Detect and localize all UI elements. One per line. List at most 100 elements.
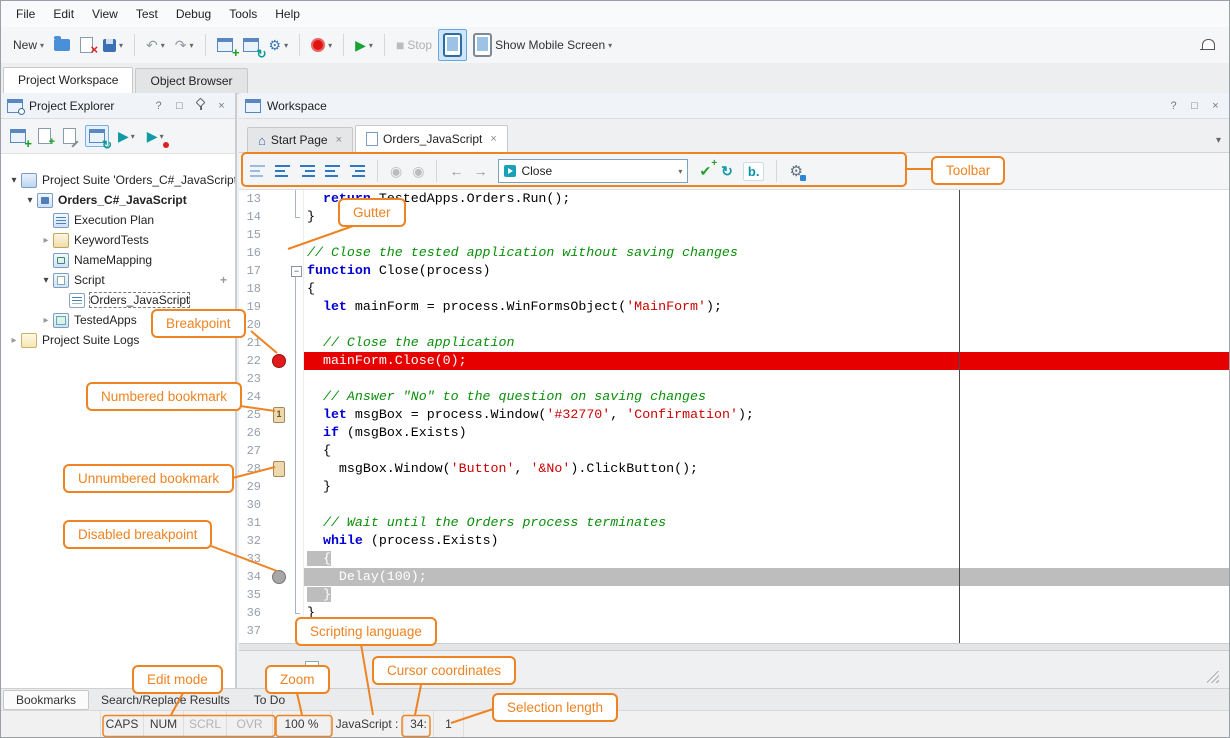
stop-button[interactable]: ■ Stop (392, 35, 436, 55)
spy-alt-button[interactable]: ◉ (409, 161, 427, 181)
tab-orders-javascript[interactable]: Orders_JavaScript × (355, 125, 508, 152)
tab-bookmarks[interactable]: Bookmarks (3, 690, 89, 710)
menu-item-edit[interactable]: Edit (44, 3, 83, 25)
bookmark-icon[interactable] (273, 461, 285, 477)
routine-combo[interactable]: Close ▾ (498, 159, 688, 183)
show-mobile-screen-button[interactable]: Show Mobile Screen ▾ (469, 30, 616, 60)
tab-object-browser[interactable]: Object Browser (135, 68, 247, 93)
gutter-cell[interactable] (269, 370, 289, 388)
tree-item-unit[interactable]: Orders_JavaScript (1, 290, 235, 310)
help-icon[interactable]: ? (151, 100, 166, 112)
code-line[interactable]: 24 // Answer "No" to the question on sav… (239, 388, 1229, 406)
gutter-cell[interactable] (269, 550, 289, 568)
new-button[interactable]: New ▾ (9, 35, 48, 55)
menu-item-test[interactable]: Test (127, 3, 167, 25)
uncomment-button[interactable] (297, 162, 318, 180)
code-line[interactable]: 26 if (msgBox.Exists) (239, 424, 1229, 442)
resize-grip[interactable] (1207, 671, 1219, 683)
code-editor[interactable]: 13 return TestedApps.Orders.Run();14}151… (239, 190, 1229, 643)
gutter-cell[interactable] (269, 568, 289, 586)
gutter-cell[interactable] (269, 586, 289, 604)
gutter-cell[interactable]: 1 (269, 406, 289, 424)
tree-item-name-mapping[interactable]: NameMapping (1, 250, 235, 270)
edit-file-button[interactable] (60, 125, 79, 147)
beautify-button[interactable]: b. (740, 159, 768, 184)
close-icon[interactable]: × (490, 133, 496, 145)
expander-icon[interactable]: ▸ (39, 315, 53, 326)
run-with-debug-button[interactable]: ▶ ▾ (144, 126, 167, 146)
add-new-item-button[interactable]: + (7, 126, 29, 146)
close-icon[interactable]: × (1208, 100, 1223, 112)
undo-button[interactable]: ↶ ▾ (142, 35, 169, 55)
tree-item-keyword-tests[interactable]: ▸KeywordTests (1, 230, 235, 250)
menu-item-help[interactable]: Help (266, 3, 309, 25)
fold-column[interactable] (289, 262, 304, 280)
expander-icon[interactable]: ▸ (39, 235, 53, 246)
expander-icon[interactable]: ▾ (39, 275, 53, 286)
save-all-button[interactable]: ▾ (99, 36, 127, 55)
outdent-button[interactable] (347, 162, 368, 180)
close-icon[interactable]: × (336, 134, 342, 146)
close-file-button[interactable] (76, 34, 97, 56)
gutter-cell[interactable] (269, 514, 289, 532)
gutter-cell[interactable] (269, 478, 289, 496)
indent-button[interactable] (322, 162, 343, 180)
expander-icon[interactable]: ▸ (7, 335, 21, 346)
add-new-item-button[interactable]: + (213, 35, 237, 55)
code-line[interactable]: 34 Delay(100); (239, 568, 1229, 586)
tab-list-chevron-icon[interactable]: ▾ (1216, 135, 1221, 146)
gutter-cell[interactable] (269, 244, 289, 262)
code-line[interactable]: 32 while (process.Exists) (239, 532, 1229, 550)
gutter-cell[interactable] (269, 334, 289, 352)
code-line[interactable]: 33 { (239, 550, 1229, 568)
comment-button[interactable] (272, 162, 293, 180)
new-file-button[interactable] (35, 125, 54, 147)
code-line[interactable]: 31 // Wait until the Orders process term… (239, 514, 1229, 532)
expander-icon[interactable]: ▾ (23, 195, 37, 206)
code-line[interactable]: 29 } (239, 478, 1229, 496)
gutter-cell[interactable] (269, 280, 289, 298)
code-line[interactable]: 15 (239, 226, 1229, 244)
add-icon[interactable]: + (220, 273, 227, 287)
syntax-check-button[interactable]: ✔ (696, 160, 714, 183)
code-line[interactable]: 27 { (239, 442, 1229, 460)
refresh-button[interactable]: ↻ (718, 161, 736, 181)
code-line[interactable]: 16// Close the tested application withou… (239, 244, 1229, 262)
code-line[interactable]: 19 let mainForm = process.WinFormsObject… (239, 298, 1229, 316)
close-icon[interactable]: × (214, 100, 229, 112)
editor-options-button[interactable]: ⚙ (786, 159, 805, 183)
mobile-screen-toggle[interactable] (438, 29, 467, 61)
maximize-icon[interactable]: □ (172, 100, 187, 112)
gutter-cell[interactable] (269, 208, 289, 226)
tree-item-execution-plan[interactable]: Execution Plan (1, 210, 235, 230)
code-line[interactable]: 251 let msgBox = process.Window('#32770'… (239, 406, 1229, 424)
menu-item-debug[interactable]: Debug (167, 3, 220, 25)
format-button[interactable] (247, 162, 268, 180)
gutter-cell[interactable] (269, 442, 289, 460)
code-line[interactable]: 30 (239, 496, 1229, 514)
maximize-icon[interactable]: □ (1187, 100, 1202, 112)
code-line[interactable]: 18{ (239, 280, 1229, 298)
menu-item-file[interactable]: File (7, 3, 44, 25)
navigate-back-button[interactable]: ← (446, 161, 466, 181)
tree-item-project[interactable]: ▾Orders_C#_JavaScript (1, 190, 235, 210)
code-line[interactable]: 21 // Close the application (239, 334, 1229, 352)
tab-start-page[interactable]: ⌂ Start Page × (247, 127, 353, 152)
gutter-cell[interactable] (269, 532, 289, 550)
run-button[interactable]: ▶ ▾ (351, 35, 377, 55)
numbered-bookmark-icon[interactable]: 1 (273, 407, 285, 423)
gutter-cell[interactable] (269, 190, 289, 208)
notifications-bell-icon[interactable] (1200, 39, 1215, 52)
gutter-cell[interactable] (269, 298, 289, 316)
code-line[interactable]: 22 mainForm.Close(0); (239, 352, 1229, 370)
update-project-button[interactable]: ↻ (239, 35, 263, 55)
tab-project-workspace[interactable]: Project Workspace (3, 67, 133, 94)
code-line[interactable]: 17function Close(process) (239, 262, 1229, 280)
help-icon[interactable]: ? (1166, 100, 1181, 112)
code-line[interactable]: 35 } (239, 586, 1229, 604)
redo-button[interactable]: ↷ ▾ (171, 35, 198, 55)
breakpoint-icon[interactable] (272, 354, 286, 368)
gutter-cell[interactable] (269, 226, 289, 244)
code-line[interactable]: 20 (239, 316, 1229, 334)
menu-item-tools[interactable]: Tools (220, 3, 266, 25)
